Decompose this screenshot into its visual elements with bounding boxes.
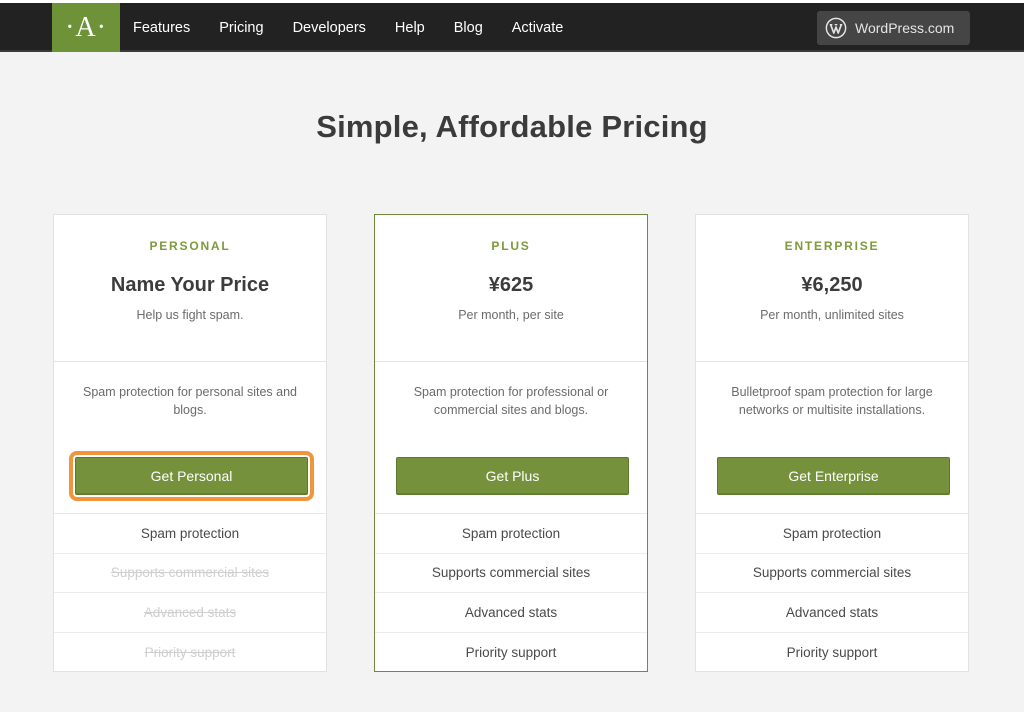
wordpress-login-button[interactable]: WordPress.com (817, 11, 970, 45)
plan-description: Spam protection for professional or comm… (413, 385, 609, 417)
plan-price: ¥6,250 (801, 274, 863, 296)
plan-header: PERSONAL Name Your Price Help us fight s… (54, 215, 326, 362)
plan-price: Name Your Price (110, 274, 270, 296)
plan-description: Spam protection for personal sites and b… (82, 385, 297, 417)
plan-body: Spam protection for personal sites and b… (54, 362, 326, 514)
feature-item: Supports commercial sites (375, 554, 647, 593)
feature-item: Supports commercial sites (54, 554, 326, 593)
plan-description: Bulletproof spam protection for large ne… (731, 385, 933, 417)
feature-item: Priority support (144, 644, 236, 660)
feature-item: Spam protection (696, 514, 968, 554)
get-enterprise-button[interactable]: Get Enterprise (717, 457, 950, 495)
plan-body: Spam protection for professional or comm… (375, 362, 647, 514)
nav-menu: Features Pricing Developers Help Blog Ac… (133, 3, 592, 52)
feature-list: Spam protection Supports commercial site… (54, 514, 326, 672)
feature-item: Advanced stats (54, 593, 326, 633)
plan-price-note: Per month, per site (458, 308, 564, 322)
plan-name: PERSONAL (149, 239, 231, 253)
feature-item: Supports commercial sites (696, 554, 968, 593)
plan-body: Bulletproof spam protection for large ne… (696, 362, 968, 514)
feature-item: Advanced stats (696, 593, 968, 633)
plan-card-personal: PERSONAL Name Your Price Help us fight s… (53, 214, 327, 672)
nav-link-pricing[interactable]: Pricing (219, 20, 263, 36)
akismet-logo[interactable]: ·A· (52, 3, 120, 52)
plan-header: PLUS ¥625 Per month, per site (375, 215, 647, 362)
plan-header: ENTERPRISE ¥6,250 Per month, unlimited s… (696, 215, 968, 362)
feature-list: Spam protection Supports commercial site… (375, 514, 647, 672)
nav-link-help[interactable]: Help (395, 20, 425, 36)
get-personal-button[interactable]: Get Personal (69, 451, 314, 501)
feature-item: Spam protection (54, 514, 326, 554)
wordpress-icon (825, 17, 847, 39)
feature-item: Spam protection (375, 514, 647, 554)
feature-item: Advanced stats (375, 593, 647, 633)
nav-link-developers[interactable]: Developers (293, 20, 366, 36)
top-navbar: ·A· Features Pricing Developers Help Blo… (0, 3, 1024, 52)
browser-viewport: ·A· Features Pricing Developers Help Blo… (0, 3, 1024, 715)
plan-price-note: Per month, unlimited sites (760, 308, 904, 322)
nav-link-activate[interactable]: Activate (512, 20, 564, 36)
nav-link-blog[interactable]: Blog (454, 20, 483, 36)
plan-name: ENTERPRISE (784, 239, 880, 253)
nav-link-features[interactable]: Features (133, 20, 190, 36)
wordpress-login-label: WordPress.com (855, 20, 955, 36)
plan-price: ¥625 (488, 274, 534, 296)
page-title: Simple, Affordable Pricing (316, 109, 708, 144)
plan-name: PLUS (491, 239, 531, 253)
plan-card-plus: PLUS ¥625 Per month, per site Spam prote… (374, 214, 648, 672)
get-plus-button[interactable]: Get Plus (396, 457, 629, 495)
feature-list: Spam protection Supports commercial site… (696, 514, 968, 672)
feature-item: Priority support (465, 644, 557, 660)
feature-item: Priority support (786, 644, 878, 660)
plan-price-note: Help us fight spam. (136, 308, 244, 322)
plan-card-enterprise: ENTERPRISE ¥6,250 Per month, unlimited s… (695, 214, 969, 672)
